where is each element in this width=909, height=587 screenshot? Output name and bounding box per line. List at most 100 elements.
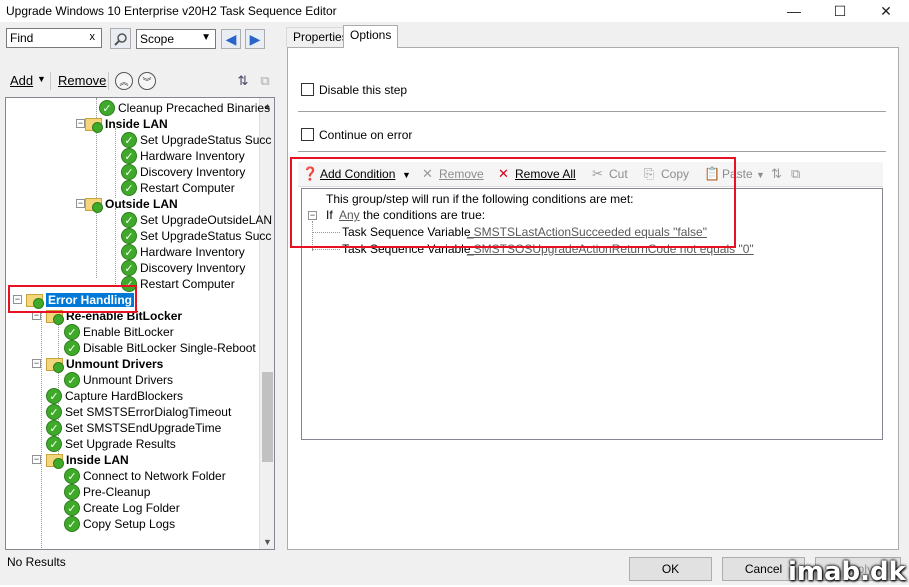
tree-node-label: Hardware Inventory — [140, 149, 245, 163]
move-up-button[interactable]: ︽ — [115, 72, 133, 90]
magnifier-icon — [113, 32, 127, 46]
maximize-button[interactable]: ☐ — [817, 0, 863, 22]
tree-node-label: Pre-Cleanup — [83, 485, 151, 499]
scope-value: Scope — [140, 32, 175, 46]
check-icon: ✓ — [121, 148, 137, 164]
tree-group[interactable]: − Inside LAN — [32, 452, 129, 469]
tree-group[interactable]: − Inside LAN — [76, 116, 168, 133]
tree-step[interactable]: ✓ Unmount Drivers — [64, 372, 173, 388]
watermark-logo: imab.dk — [788, 557, 906, 587]
add-menu-button[interactable]: Add — [10, 73, 33, 88]
tree-group[interactable]: − Outside LAN — [76, 196, 178, 213]
continue-on-error-checkbox[interactable] — [301, 128, 314, 141]
ok-button[interactable]: OK — [629, 557, 712, 581]
tree-node-label: Unmount Drivers — [66, 357, 164, 371]
find-button[interactable] — [110, 28, 131, 49]
toolbar-divider — [108, 72, 109, 90]
tree-node-label: Disable BitLocker Single-Reboot — [83, 341, 256, 355]
chevron-down-icon: ▼ — [756, 170, 765, 180]
tree-step[interactable]: ✓ Hardware Inventory — [121, 148, 245, 164]
chevron-down-icon[interactable]: ▼ — [260, 534, 274, 549]
options-panel: Disable this step Continue on error ❓ Ad… — [287, 47, 899, 550]
tree-node-label: Hardware Inventory — [140, 245, 245, 259]
check-icon: ✓ — [64, 500, 80, 516]
tree-step[interactable]: ✓ Capture HardBlockers — [46, 388, 183, 404]
disable-step-label: Disable this step — [319, 83, 408, 97]
arrow-left-icon: ◀ — [225, 30, 237, 47]
check-icon: ✓ — [46, 404, 62, 420]
maximize-icon: ☐ — [833, 2, 847, 19]
continue-on-error-label: Continue on error — [319, 128, 413, 142]
check-icon: ✓ — [46, 420, 62, 436]
export-icon[interactable]: ⧉ — [256, 72, 274, 90]
next-result-button[interactable]: ▶ — [245, 29, 265, 49]
check-icon: ✓ — [121, 180, 137, 196]
window-title: Upgrade Windows 10 Enterprise v20H2 Task… — [6, 4, 337, 18]
tree-step[interactable]: ✓ Enable BitLocker — [64, 324, 174, 340]
scroll-thumb[interactable] — [262, 372, 273, 462]
folder-icon — [85, 117, 103, 133]
move-down-button[interactable]: ︾ — [138, 72, 156, 90]
tree-node-label: Create Log Folder — [83, 501, 180, 515]
check-icon: ✓ — [64, 468, 80, 484]
check-icon: ✓ — [121, 244, 137, 260]
tree-node-label: Unmount Drivers — [83, 373, 174, 387]
scope-dropdown[interactable]: Scope ▼ — [136, 29, 216, 49]
tree-step[interactable]: ✓ Set Upgrade Results — [46, 436, 176, 452]
tree-node-label: Set SMSTSEndUpgradeTime — [65, 421, 222, 435]
export-icon[interactable]: ⧉ — [791, 166, 800, 182]
title-bar: Upgrade Windows 10 Enterprise v20H2 Task… — [0, 0, 909, 22]
tree-step[interactable]: ✓ Set SMSTSErrorDialogTimeout — [46, 404, 231, 420]
tree-step[interactable]: ✓ Hardware Inventory — [121, 244, 245, 260]
highlight-annotation — [8, 285, 137, 313]
check-icon: ✓ — [64, 372, 80, 388]
divider — [298, 151, 886, 152]
tree-step[interactable]: ✓ Discovery Inventory — [121, 164, 245, 180]
check-icon: ✓ — [121, 132, 137, 148]
tree-group[interactable]: − Unmount Drivers — [32, 356, 164, 373]
check-icon: ✓ — [121, 260, 137, 276]
collapse-icon[interactable]: − — [32, 359, 41, 368]
tree-step[interactable]: ✓ Set UpgradeStatus Succ — [121, 228, 271, 244]
tree-step[interactable]: ✓ Restart Computer — [121, 180, 235, 196]
minimize-button[interactable]: — — [771, 0, 817, 22]
check-icon: ✓ — [121, 228, 137, 244]
tree-node-label: Discovery Inventory — [140, 165, 246, 179]
tab-options[interactable]: Options — [343, 25, 399, 48]
close-icon: ✕ — [880, 2, 892, 19]
collapse-icon[interactable]: − — [76, 119, 85, 128]
sort-icon[interactable]: ⇅ — [771, 166, 782, 182]
find-input[interactable]: Find x — [6, 28, 102, 48]
tree-vertical-scrollbar[interactable]: ▲ ▼ — [259, 98, 274, 549]
check-icon: ✓ — [64, 340, 80, 356]
tree-step[interactable]: ✓ Cleanup Precached Binaries — [99, 100, 270, 116]
double-chevron-down-icon: ︾ — [142, 76, 152, 87]
previous-result-button[interactable]: ◀ — [221, 29, 241, 49]
folder-icon — [85, 197, 103, 213]
disable-step-checkbox[interactable] — [301, 83, 314, 96]
tree-step[interactable]: ✓ Set UpgradeOutsideLAN — [121, 212, 272, 228]
collapse-icon[interactable]: − — [76, 199, 85, 208]
tree-step[interactable]: ✓ Copy Setup Logs — [64, 516, 175, 532]
clear-find-button[interactable]: x — [90, 31, 96, 43]
task-sequence-tree[interactable]: ▲ ▼ ✓ Cleanup Precached Binaries − Inside L… — [5, 97, 275, 550]
tree-step[interactable]: ✓ Discovery Inventory — [121, 260, 245, 276]
tree-step[interactable]: ✓ Set SMSTSEndUpgradeTime — [46, 420, 221, 436]
chevron-down-icon: ▼ — [37, 74, 46, 84]
check-icon: ✓ — [64, 324, 80, 340]
tree-step[interactable]: ✓ Pre-Cleanup — [64, 484, 150, 500]
remove-button[interactable]: Remove — [58, 73, 106, 88]
tree-step[interactable]: ✓ Disable BitLocker Single-Reboot — [64, 340, 256, 356]
highlight-annotation — [290, 157, 736, 248]
tree-step[interactable]: ✓ Create Log Folder — [64, 500, 180, 516]
tree-step[interactable]: ✓ Set UpgradeStatus Succ — [121, 132, 271, 148]
status-text: No Results — [7, 555, 66, 569]
toolbar-divider — [50, 72, 51, 90]
tree-step[interactable]: ✓ Restart Computer — [121, 276, 235, 292]
collapse-icon[interactable]: − — [32, 455, 41, 464]
chevron-down-icon: ▼ — [201, 32, 211, 43]
tree-step[interactable]: ✓ Connect to Network Folder — [64, 468, 226, 484]
close-button[interactable]: ✕ — [863, 0, 909, 22]
find-input-value: Find — [10, 31, 34, 45]
sort-icon[interactable]: ⇅ — [234, 72, 252, 90]
